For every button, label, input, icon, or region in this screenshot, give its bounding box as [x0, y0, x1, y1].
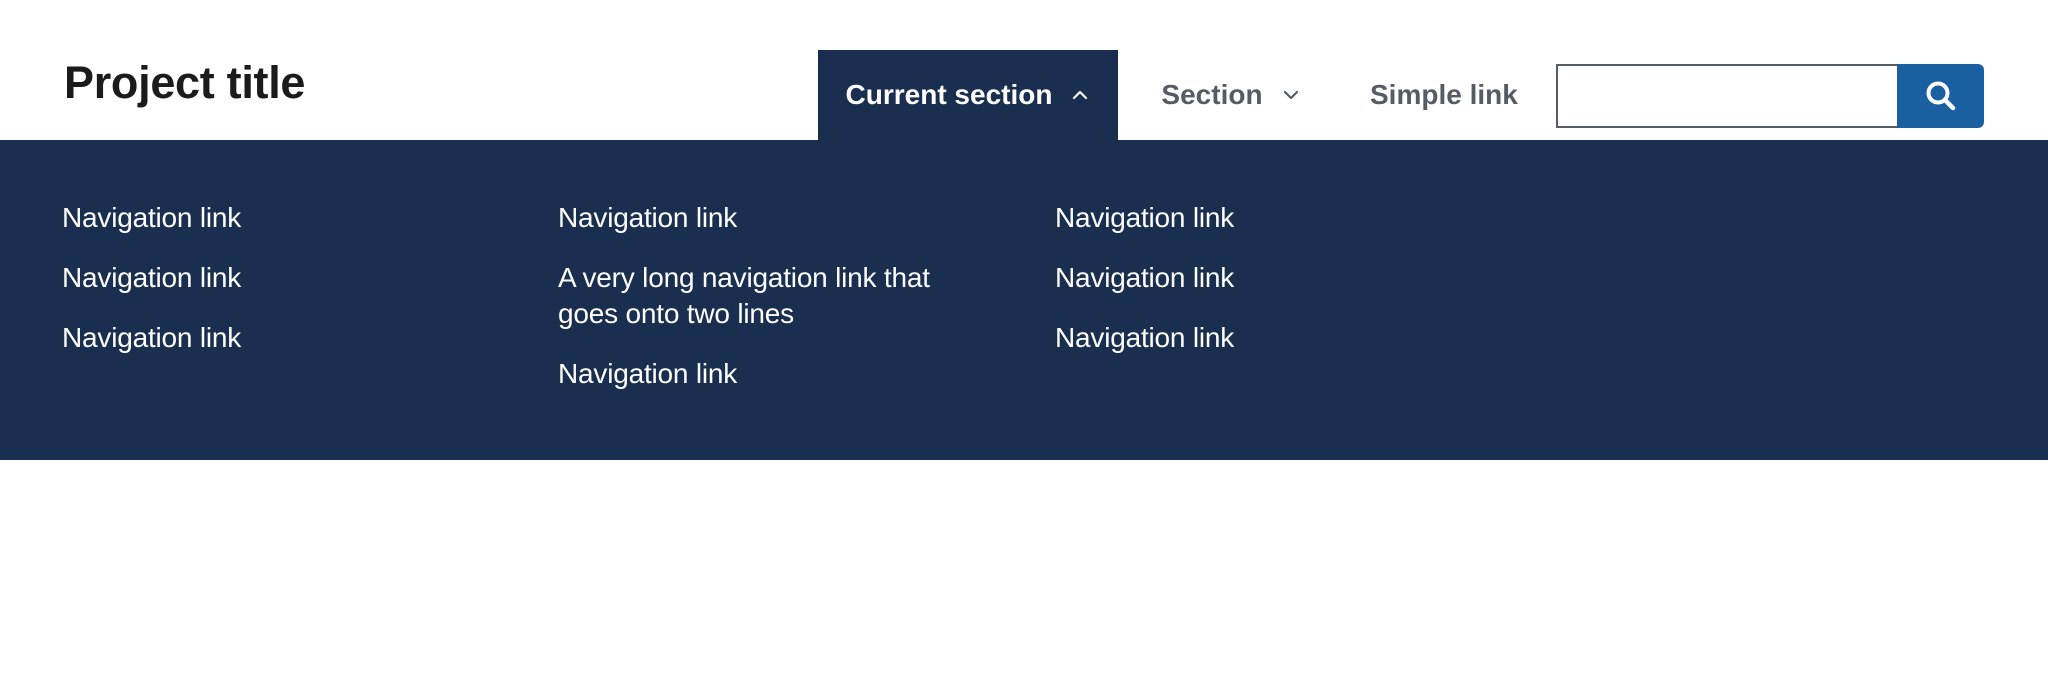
megamenu: Navigation link Navigation link Navigati…: [0, 140, 2048, 460]
navigation-link[interactable]: Navigation link: [62, 200, 482, 236]
nav-item-label: Current section: [845, 79, 1053, 110]
primary-nav: Current section Section Simple link: [818, 50, 1518, 140]
project-title[interactable]: Project title: [64, 60, 305, 105]
nav-item-simple-link[interactable]: Simple link: [1344, 50, 1518, 140]
navigation-link-long[interactable]: A very long navigation link that goes on…: [558, 260, 978, 332]
nav-item-label: Simple link: [1370, 79, 1518, 110]
nav-item-current-section[interactable]: Current section: [818, 50, 1118, 140]
megamenu-column: Navigation link A very long navigation l…: [558, 200, 998, 416]
chevron-down-icon: [1281, 85, 1301, 105]
navigation-link[interactable]: Navigation link: [62, 320, 482, 356]
nav-item-label: Section: [1161, 79, 1263, 110]
navigation-link[interactable]: Navigation link: [558, 356, 978, 392]
nav-item-section[interactable]: Section: [1118, 50, 1344, 140]
search-button[interactable]: [1897, 64, 1984, 128]
megamenu-column: Navigation link Navigation link Navigati…: [62, 200, 502, 380]
search-form: [1556, 64, 1984, 128]
navigation-link[interactable]: Navigation link: [62, 260, 482, 296]
navigation-link[interactable]: Navigation link: [1055, 260, 1475, 296]
chevron-up-icon: [1070, 85, 1090, 105]
site-header: Project title Current section Section Si…: [0, 0, 2048, 140]
navigation-link[interactable]: Navigation link: [1055, 320, 1475, 356]
search-icon: [1924, 79, 1958, 113]
navigation-link[interactable]: Navigation link: [1055, 200, 1475, 236]
navigation-link[interactable]: Navigation link: [558, 200, 978, 236]
search-input[interactable]: [1556, 64, 1897, 128]
megamenu-column: Navigation link Navigation link Navigati…: [1055, 200, 1495, 380]
